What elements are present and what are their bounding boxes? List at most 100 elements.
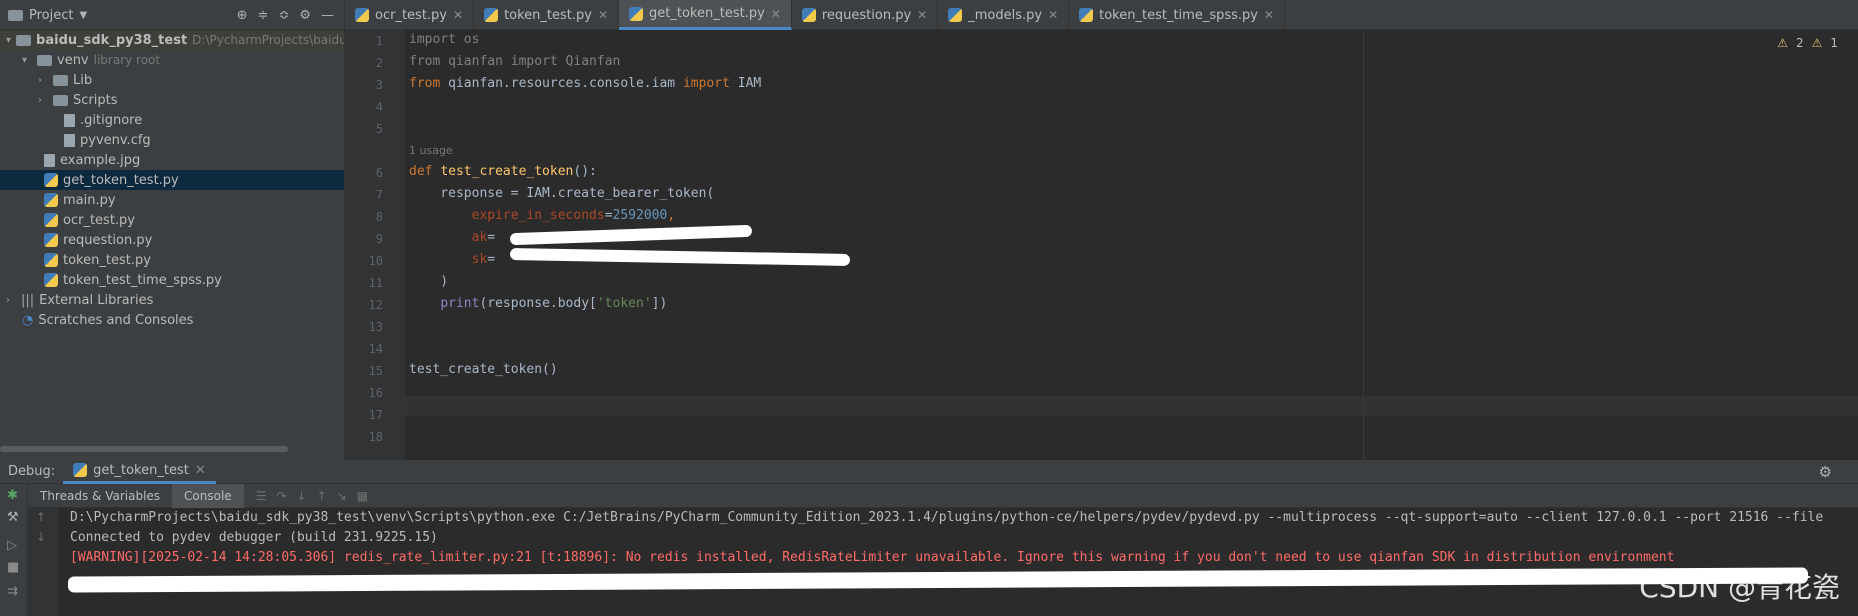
tree-item-example-jpg[interactable]: example.jpg (0, 150, 344, 170)
tree-item-main[interactable]: main.py (0, 190, 344, 210)
debug-title-bar: Debug: get_token_test ✕ ⚙ (0, 460, 1858, 484)
close-icon[interactable]: ✕ (598, 8, 608, 22)
tree-item-label: Scripts (73, 92, 118, 108)
debug-toolbar-vertical: ✱ ⚒ ▷ ■ ⇉ (0, 484, 28, 616)
python-file-icon (801, 8, 816, 22)
step-out-icon[interactable]: ↑ (317, 489, 327, 503)
tree-item-requestion[interactable]: requestion.py (0, 230, 344, 250)
close-icon[interactable]: ✕ (771, 7, 781, 21)
tree-item-lib[interactable]: › Lib (0, 70, 344, 90)
debug-subtabs: Threads & Variables Console ☰ ↷ ↓ ↑ ↘ ▦ (28, 483, 1858, 508)
tree-item-label: ocr_test.py (63, 212, 135, 228)
menu-icon[interactable]: ☰ (256, 489, 267, 503)
gear-icon[interactable]: ⚙ (1819, 463, 1858, 481)
tab-models[interactable]: _models.py ✕ (938, 0, 1070, 30)
line-number: 2 (375, 56, 383, 70)
close-icon[interactable]: ✕ (1264, 8, 1274, 22)
console-line: D:\PycharmProjects\baidu_sdk_py38_test\v… (70, 510, 1824, 525)
tree-item-token-test-time-spss[interactable]: token_test_time_spss.py (0, 270, 344, 290)
library-icon: ||| (21, 292, 35, 308)
token: from (409, 54, 441, 69)
chevron-right-icon[interactable]: › (6, 295, 16, 306)
console-output[interactable]: ↑ ↓ D:\PycharmProjects\baidu_sdk_py38_te… (28, 508, 1858, 616)
tree-item-pyvenv-cfg[interactable]: pyvenv.cfg (0, 130, 344, 150)
table-icon[interactable]: ▦ (357, 489, 368, 503)
inspection-widget[interactable]: ⚠ 2 ⚠ 1 (1777, 36, 1838, 50)
scroll-down-icon[interactable]: ↓ (36, 530, 46, 544)
python-file-icon (44, 193, 58, 207)
tab-get-token-test[interactable]: get_token_test.py ✕ (619, 0, 792, 30)
tree-item-scratches[interactable]: ◔ Scratches and Consoles (0, 310, 344, 330)
usage-hint[interactable]: 1 usage (409, 144, 453, 157)
project-panel-header: Project ▼ ⊕ ≑ ≎ ⚙ — (0, 0, 345, 30)
collapse-all-icon[interactable]: ≎ (278, 8, 289, 23)
token: print (440, 296, 480, 311)
step-over-icon[interactable]: ↷ (276, 489, 286, 503)
step-into-icon[interactable]: ↓ (297, 489, 307, 503)
gear-icon[interactable]: ⚙ (299, 8, 311, 23)
tab-requestion[interactable]: requestion.py ✕ (792, 0, 939, 30)
token: qianfan.resources.console.iam (440, 76, 683, 91)
project-panel-title[interactable]: Project (29, 8, 73, 23)
redaction-scribble (509, 224, 753, 246)
debug-panel: Debug: get_token_test ✕ ⚙ ✱ ⚒ ▷ ■ ⇉ Thre… (0, 460, 1858, 616)
console-gutter: ↑ ↓ (28, 508, 58, 616)
token: (response.body[ (479, 296, 597, 311)
tree-item-scripts[interactable]: › Scripts (0, 90, 344, 110)
close-icon[interactable]: ✕ (917, 8, 927, 22)
redaction-scribble (67, 567, 1809, 593)
soft-wrap-icon[interactable]: ⇉ (7, 584, 18, 599)
tree-item-label: baidu_sdk_py38_test (36, 32, 188, 48)
tab-console[interactable]: Console (172, 483, 244, 508)
expand-all-icon[interactable]: ≑ (258, 8, 269, 23)
stop-icon[interactable]: ■ (7, 560, 19, 575)
wrench-icon[interactable]: ⚒ (7, 510, 19, 525)
tree-item-get-token-test[interactable]: get_token_test.py (0, 170, 344, 190)
chevron-right-icon[interactable]: › (38, 95, 48, 106)
scroll-up-icon[interactable]: ↑ (36, 510, 46, 524)
code-line-12: print(response.body['token']) (409, 296, 667, 311)
folder-icon (16, 34, 32, 46)
horizontal-scrollbar[interactable] (0, 446, 288, 452)
token: def (409, 164, 433, 179)
minimize-icon[interactable]: — (321, 8, 334, 23)
code-editor[interactable]: 1 2 3 4 5 6 7 8 9 10 11 12 13 14 15 16 1… (345, 30, 1858, 460)
close-icon[interactable]: ✕ (1048, 8, 1058, 22)
folder-icon (53, 94, 68, 106)
folder-icon (8, 9, 23, 21)
close-icon[interactable]: ✕ (453, 8, 463, 22)
tree-item-ocr-test[interactable]: ocr_test.py (0, 210, 344, 230)
run-config-label: get_token_test (93, 462, 189, 478)
tab-label: requestion.py (821, 7, 912, 23)
chevron-right-icon[interactable]: › (38, 75, 48, 86)
tree-item-external-libraries[interactable]: › ||| External Libraries (0, 290, 344, 310)
tree-item-label: main.py (63, 192, 116, 208)
tree-item-note: library root (93, 53, 161, 67)
tree-root[interactable]: ▾ baidu_sdk_py38_test D:\PycharmProjects… (0, 30, 344, 50)
chevron-down-icon[interactable]: ▼ (79, 10, 87, 21)
token: sk (471, 252, 488, 267)
tab-token-test-time-spss[interactable]: token_test_time_spss.py ✕ (1069, 0, 1286, 30)
token: ]) (651, 296, 668, 311)
tab-token-test[interactable]: token_test.py ✕ (474, 0, 620, 30)
code-line-2: from qianfan import Qianfan (409, 54, 620, 69)
code-line-10: sk= (409, 252, 495, 267)
tab-label: token_test.py (504, 7, 592, 23)
locate-icon[interactable]: ⊕ (237, 8, 248, 23)
chevron-down-icon[interactable]: ▾ (22, 55, 32, 66)
tree-item-venv[interactable]: ▾ venv library root (0, 50, 344, 70)
resume-icon[interactable]: ▷ (7, 538, 17, 553)
run-to-cursor-icon[interactable]: ↘ (337, 489, 347, 503)
debug-run-config-tab[interactable]: get_token_test ✕ (63, 460, 216, 484)
tab-ocr-test[interactable]: ocr_test.py ✕ (345, 0, 475, 30)
python-file-icon (1079, 8, 1094, 22)
tree-item-gitignore[interactable]: .gitignore (0, 110, 344, 130)
tree-item-token-test[interactable]: token_test.py (0, 250, 344, 270)
debug-bug-icon[interactable]: ✱ (7, 488, 18, 503)
tab-threads-variables[interactable]: Threads & Variables (28, 484, 172, 508)
tree-item-label: .gitignore (80, 112, 143, 128)
chevron-down-icon[interactable]: ▾ (6, 35, 11, 46)
close-icon[interactable]: ✕ (195, 463, 206, 478)
python-file-icon (629, 6, 644, 21)
